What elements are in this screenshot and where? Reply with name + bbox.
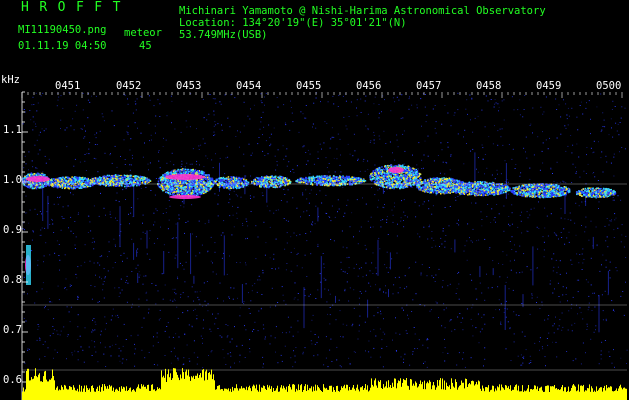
- location-label: Location: 134°20'19"(E) 35°01'21"(N): [179, 17, 407, 29]
- x-tick-0456: 0456: [356, 80, 382, 92]
- x-tick-0457: 0457: [416, 80, 442, 92]
- x-tick-0454: 0454: [236, 80, 262, 92]
- y-unit-label: kHz: [1, 74, 20, 86]
- x-tick-0458: 0458: [476, 80, 502, 92]
- datetime-label: 01.11.19 04:50: [18, 40, 107, 52]
- y-tick-0-7: 0.7: [3, 324, 22, 336]
- meteor-count: 45: [139, 40, 152, 52]
- x-tick-0455: 0455: [296, 80, 322, 92]
- frequency-label: 53.749MHz(USB): [179, 29, 268, 41]
- filename-label: MI11190450.png: [18, 24, 107, 36]
- hrofft-logo: HROFFT: [21, 0, 131, 15]
- x-tick-0452: 0452: [116, 80, 142, 92]
- x-tick-0453: 0453: [176, 80, 202, 92]
- observer-label: Michinari Yamamoto @ Nishi-Harima Astron…: [179, 5, 546, 17]
- y-tick-1-1: 1.1: [3, 124, 22, 136]
- y-tick-1-0: 1.0: [3, 174, 22, 186]
- x-tick-0451: 0451: [55, 80, 81, 92]
- x-tick-0500: 0500: [596, 80, 622, 92]
- y-tick-0-8: 0.8: [3, 274, 22, 286]
- y-tick-0-6: 0.6: [3, 374, 22, 386]
- x-tick-0459: 0459: [536, 80, 562, 92]
- meteor-label: meteor: [124, 27, 162, 39]
- spectrogram: [0, 0, 629, 400]
- y-tick-0-9: 0.9: [3, 224, 22, 236]
